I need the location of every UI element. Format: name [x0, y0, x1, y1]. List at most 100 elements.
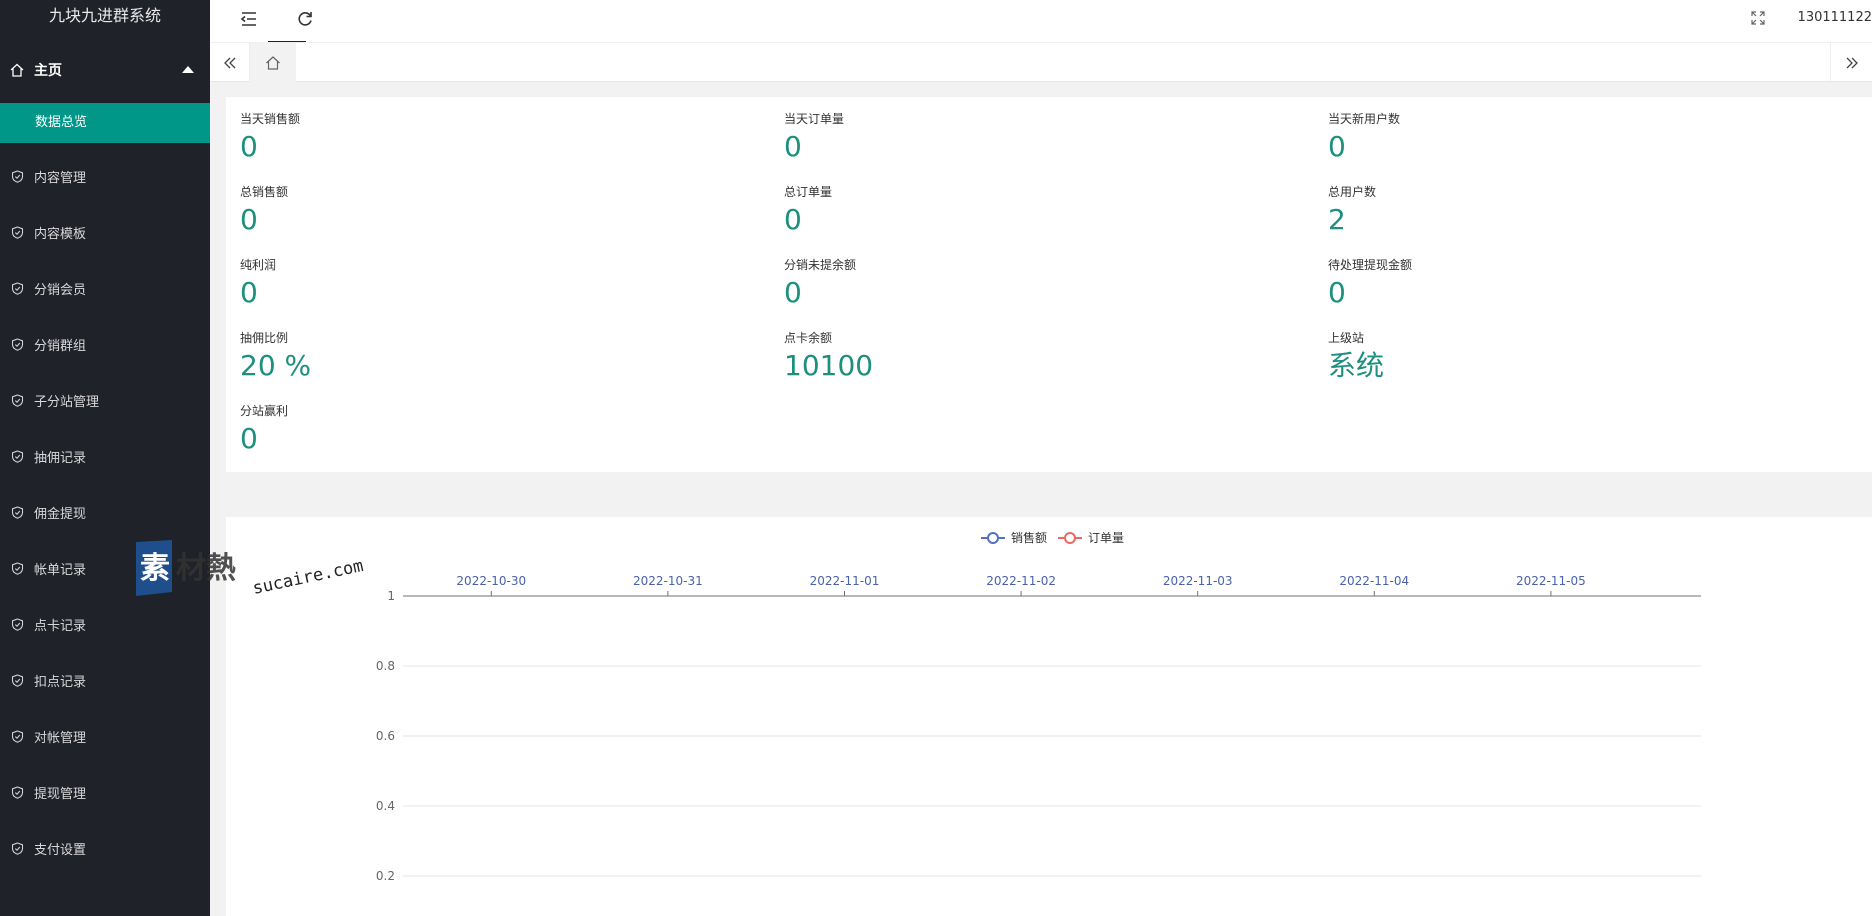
shield-check-icon — [11, 225, 24, 239]
sidebar-item-label: 内容管理 — [34, 170, 87, 186]
menu-collapse-icon[interactable] — [238, 8, 260, 30]
chart-card: 销售额 订单量 1 0.8 0.6 0.4 0.2 2022-10-30 2022-10-31 2… — [226, 517, 1872, 916]
x-tick-label: 2022-11-04 — [1339, 574, 1409, 588]
sidebar-item-label: 内容模板 — [34, 226, 87, 242]
svg-text:sucaire.com: sucaire.com — [251, 556, 365, 599]
sidebar-item[interactable]: 对帐管理 — [0, 708, 210, 764]
shield-check-icon — [11, 617, 24, 631]
shield-check-icon — [11, 785, 24, 799]
tab-home[interactable] — [250, 43, 296, 83]
stat-block: 上级站 系统 — [1328, 330, 1384, 382]
stat-value: 0 — [240, 203, 258, 236]
y-tick-label: 0.8 — [376, 659, 395, 673]
legend-marker — [1064, 532, 1076, 544]
sidebar-item-home[interactable]: 主页 — [0, 50, 210, 90]
x-tick-label: 2022-11-01 — [810, 574, 880, 588]
stat-value: 0 — [784, 276, 802, 309]
stats-card: 当天销售额 0 当天订单量 0 当天新用户数 0 总销售额 0 总订单量 0 总用户数 2 纯利润 0 分销… — [226, 97, 1872, 472]
shield-check-icon — [11, 505, 24, 519]
sidebar-item-label: 抽佣记录 — [34, 450, 87, 466]
stat-block: 分站赢利 0 — [240, 403, 288, 455]
svg-text:材熱: 材熱 — [176, 551, 236, 586]
sidebar-item[interactable]: 支付设置 — [0, 820, 210, 876]
stat-label: 当天销售额 — [240, 112, 301, 126]
stat-value: 0 — [240, 130, 258, 163]
x-tick-label: 2022-10-31 — [633, 574, 703, 588]
sidebar-item-label: 帐单记录 — [34, 562, 87, 578]
y-tick-label: 0.6 — [376, 729, 395, 743]
stat-label: 当天订单量 — [784, 112, 845, 126]
caret-up-icon[interactable] — [182, 66, 194, 73]
x-tick-label: 2022-10-30 — [456, 574, 526, 588]
stat-block: 点卡余额 10100 — [784, 330, 873, 382]
stat-block: 抽佣比例 20 % — [240, 330, 311, 382]
stat-label: 分站赢利 — [240, 404, 289, 418]
sidebar-item[interactable]: 佣金提现 — [0, 484, 210, 540]
sidebar-item[interactable]: 抽佣记录 — [0, 428, 210, 484]
stat-block: 当天新用户数 0 — [1328, 111, 1400, 163]
double-chevron-right-icon — [1846, 57, 1858, 69]
sidebar-item-label: 分销群组 — [34, 338, 87, 354]
tabs-scroll-left-button[interactable] — [210, 43, 250, 83]
double-chevron-left-icon — [223, 57, 235, 69]
stat-block: 当天销售额 0 — [240, 111, 300, 163]
home-icon — [266, 56, 280, 70]
stat-label: 点卡余额 — [784, 331, 833, 345]
stat-block: 当天订单量 0 — [784, 111, 844, 163]
svg-text:素: 素 — [140, 551, 170, 586]
tabs-bar — [210, 42, 1872, 83]
shield-check-icon — [11, 729, 24, 743]
legend-label: 订单量 — [1088, 531, 1124, 545]
sidebar-item-data-overview[interactable]: 数据总览 — [0, 103, 210, 143]
sidebar-item-home-label: 主页 — [34, 63, 62, 79]
app-title: 九块九进群系统 — [48, 6, 161, 25]
stat-block: 分销未提余额 0 — [784, 257, 856, 309]
sidebar-item-label: 对帐管理 — [34, 730, 87, 746]
sidebar-item[interactable]: 子分站管理 — [0, 372, 210, 428]
tabs-scroll-right-button[interactable] — [1830, 43, 1872, 83]
sidebar-item[interactable]: 内容模板 — [0, 204, 210, 260]
shield-check-icon — [11, 841, 24, 855]
shield-check-icon — [11, 561, 24, 575]
stat-label: 纯利润 — [240, 258, 277, 272]
fullscreen-icon[interactable] — [1750, 10, 1766, 26]
stat-block: 总用户数 2 — [1328, 184, 1376, 236]
stat-block: 总订单量 0 — [784, 184, 832, 236]
stat-value: 0 — [1328, 130, 1346, 163]
sidebar-item-label: 佣金提现 — [34, 506, 87, 522]
y-tick-label: 1 — [387, 589, 395, 603]
shield-check-icon — [11, 393, 24, 407]
sidebar-item-label: 提现管理 — [34, 786, 87, 802]
stat-label: 总订单量 — [784, 185, 833, 199]
shield-check-icon — [11, 673, 24, 687]
stat-block: 纯利润 0 — [240, 257, 276, 309]
stat-label: 当天新用户数 — [1328, 112, 1401, 126]
stat-value: 0 — [240, 422, 258, 455]
sidebar-menu: 内容管理 内容模板 分销会员 分销群组 子分站管理 抽佣记录 佣金提现 帐单记录 点卡记录 扣点记… — [0, 148, 210, 876]
stat-label: 分销未提余额 — [784, 258, 857, 272]
legend-marker — [987, 532, 999, 544]
sidebar-item[interactable]: 提现管理 — [0, 764, 210, 820]
stat-block: 待处理提现金额 0 — [1328, 257, 1412, 309]
stat-label: 总销售额 — [240, 185, 289, 199]
sidebar-item[interactable]: 分销群组 — [0, 316, 210, 372]
sidebar-item[interactable]: 内容管理 — [0, 148, 210, 204]
user-account[interactable]: 130111122 — [1798, 10, 1872, 25]
stat-value: 20 % — [240, 349, 312, 382]
stat-block: 总销售额 0 — [240, 184, 288, 236]
stat-value: 系统 — [1328, 349, 1385, 382]
home-icon — [10, 63, 24, 77]
sidebar-item[interactable]: 分销会员 — [0, 260, 210, 316]
legend-label: 销售额 — [1011, 530, 1047, 545]
shield-check-icon — [11, 449, 24, 463]
refresh-icon[interactable] — [294, 8, 316, 30]
stat-value: 0 — [784, 130, 802, 163]
x-tick-label: 2022-11-03 — [1163, 574, 1233, 588]
x-tick-label: 2022-11-02 — [986, 574, 1056, 588]
stat-label: 待处理提现金额 — [1328, 258, 1413, 272]
stat-value: 0 — [240, 276, 258, 309]
sidebar-item-label: 分销会员 — [34, 282, 87, 298]
shield-check-icon — [11, 337, 24, 351]
watermark-logo: 素 材熱 sucaire.com — [136, 540, 365, 599]
sidebar-item[interactable]: 扣点记录 — [0, 652, 210, 708]
